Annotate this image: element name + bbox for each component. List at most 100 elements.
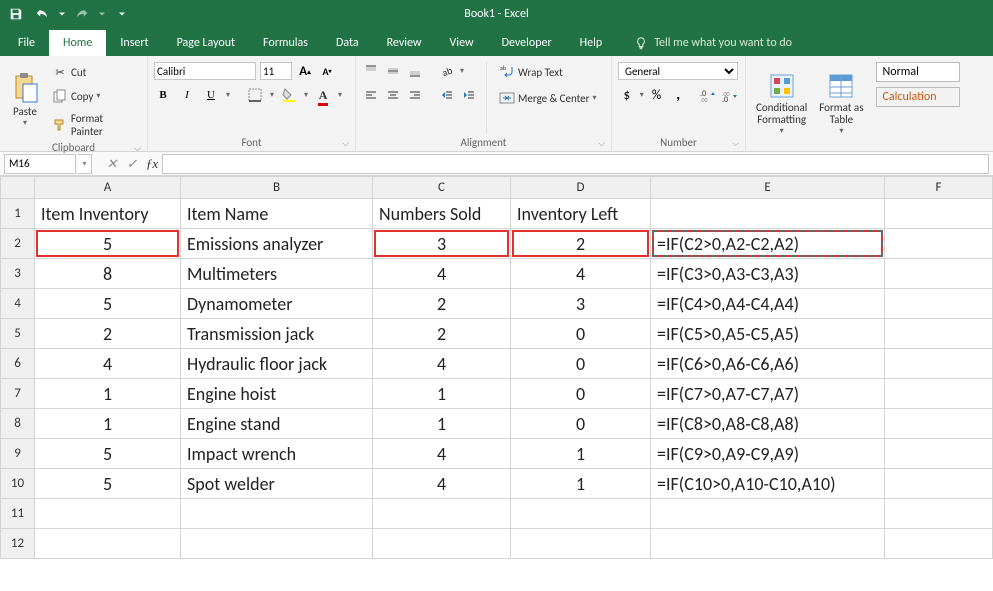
cell-E4[interactable]: =IF(C4>0,A4-C4,A4)	[651, 289, 885, 319]
cell-C4[interactable]: 2	[373, 289, 511, 319]
row-header-9[interactable]: 9	[1, 439, 35, 469]
cell-A4[interactable]: 5	[35, 289, 181, 319]
cell-E7[interactable]: =IF(C7>0,A7-C7,A7)	[651, 379, 885, 409]
cell-D3[interactable]: 4	[511, 259, 651, 289]
row-header-8[interactable]: 8	[1, 409, 35, 439]
chevron-down-icon[interactable]: ▾	[304, 90, 308, 100]
cell-E5[interactable]: =IF(C5>0,A5-C5,A5)	[651, 319, 885, 349]
tab-formulas[interactable]: Formulas	[249, 30, 322, 56]
row-header-6[interactable]: 6	[1, 349, 35, 379]
cell-F9[interactable]	[885, 439, 993, 469]
format-as-table-button[interactable]: Format as Table ▾	[815, 60, 867, 148]
cell-C7[interactable]: 1	[373, 379, 511, 409]
cell-A12[interactable]	[35, 529, 181, 559]
cell-F11[interactable]	[885, 499, 993, 529]
cell-F1[interactable]	[885, 199, 993, 229]
cell-F6[interactable]	[885, 349, 993, 379]
paste-button[interactable]: Paste ▾	[6, 60, 44, 140]
conditional-formatting-button[interactable]: Conditional Formatting ▾	[752, 60, 811, 148]
font-size-input[interactable]	[260, 62, 292, 80]
cell-C6[interactable]: 4	[373, 349, 511, 379]
cell-F2[interactable]	[885, 229, 993, 259]
cell-A2[interactable]: 5	[35, 229, 181, 259]
row-header-12[interactable]: 12	[1, 529, 35, 559]
cell-A10[interactable]: 5	[35, 469, 181, 499]
cell-D10[interactable]: 1	[511, 469, 651, 499]
cell-C2[interactable]: 3	[373, 229, 511, 259]
fx-icon[interactable]: ƒx	[142, 154, 162, 174]
tab-home[interactable]: Home	[49, 30, 106, 56]
borders-button[interactable]	[246, 86, 264, 104]
col-header-C[interactable]: C	[373, 177, 511, 199]
align-top-button[interactable]	[362, 62, 380, 80]
cell-F4[interactable]	[885, 289, 993, 319]
italic-button[interactable]: I	[178, 86, 196, 104]
cell-E11[interactable]	[651, 499, 885, 529]
cell-C10[interactable]: 4	[373, 469, 511, 499]
cell-F10[interactable]	[885, 469, 993, 499]
cell-A3[interactable]: 8	[35, 259, 181, 289]
row-header-10[interactable]: 10	[1, 469, 35, 499]
cell-E10[interactable]: =IF(C10>0,A10-C10,A10)	[651, 469, 885, 499]
cell-B6[interactable]: Hydraulic floor jack	[181, 349, 373, 379]
dialog-launcher-icon[interactable]: ⌵	[134, 143, 141, 154]
decrease-indent-button[interactable]	[438, 86, 456, 104]
spreadsheet-grid[interactable]: ABCDEF1Item InventoryItem NameNumbers So…	[0, 176, 993, 591]
fill-color-button[interactable]	[280, 86, 298, 104]
decrease-decimal-button[interactable]: .00.0	[721, 86, 739, 104]
bold-button[interactable]: B	[154, 86, 172, 104]
merge-center-button[interactable]: Merge & Center ▾	[495, 88, 601, 108]
cell-A7[interactable]: 1	[35, 379, 181, 409]
dialog-launcher-icon[interactable]: ⌵	[732, 138, 739, 149]
cell-E2[interactable]: =IF(C2>0,A2-C2,A2)	[651, 229, 885, 259]
cell-C5[interactable]: 2	[373, 319, 511, 349]
increase-indent-button[interactable]	[460, 86, 478, 104]
chevron-down-icon[interactable]: ▾	[460, 66, 464, 76]
cell-B1[interactable]: Item Name	[181, 199, 373, 229]
tab-data[interactable]: Data	[322, 30, 373, 56]
cell-F12[interactable]	[885, 529, 993, 559]
cell-D4[interactable]: 3	[511, 289, 651, 319]
dialog-launcher-icon[interactable]: ⌵	[342, 138, 349, 149]
cell-A11[interactable]	[35, 499, 181, 529]
accounting-format-button[interactable]: $	[618, 86, 636, 104]
cell-F3[interactable]	[885, 259, 993, 289]
col-header-A[interactable]: A	[35, 177, 181, 199]
cell-C9[interactable]: 4	[373, 439, 511, 469]
cell-A1[interactable]: Item Inventory	[35, 199, 181, 229]
cell-B7[interactable]: Engine hoist	[181, 379, 373, 409]
cell-C8[interactable]: 1	[373, 409, 511, 439]
cut-button[interactable]: ✂ Cut	[48, 62, 141, 82]
dialog-launcher-icon[interactable]: ⌵	[598, 138, 605, 149]
increase-decimal-button[interactable]: .0.00	[699, 86, 717, 104]
name-box[interactable]	[4, 154, 76, 174]
cell-D12[interactable]	[511, 529, 651, 559]
tell-me[interactable]: Tell me what you want to do	[620, 30, 806, 56]
col-header-B[interactable]: B	[181, 177, 373, 199]
font-color-button[interactable]: A	[314, 86, 332, 104]
cell-B8[interactable]: Engine stand	[181, 409, 373, 439]
cell-B3[interactable]: Multimeters	[181, 259, 373, 289]
align-right-button[interactable]	[406, 86, 424, 104]
enter-icon[interactable]: ✓	[122, 154, 142, 174]
align-bottom-button[interactable]	[406, 62, 424, 80]
undo-icon[interactable]	[32, 4, 52, 24]
cell-B4[interactable]: Dynamometer	[181, 289, 373, 319]
cell-B9[interactable]: Impact wrench	[181, 439, 373, 469]
cell-D9[interactable]: 1	[511, 439, 651, 469]
cell-D6[interactable]: 0	[511, 349, 651, 379]
name-box-dropdown[interactable]: ▾	[78, 154, 92, 174]
tab-developer[interactable]: Developer	[488, 30, 566, 56]
cell-B10[interactable]: Spot welder	[181, 469, 373, 499]
undo-dropdown-icon[interactable]	[58, 4, 66, 24]
orientation-button[interactable]: ab	[438, 62, 456, 80]
chevron-down-icon[interactable]: ▾	[338, 90, 342, 100]
cell-A8[interactable]: 1	[35, 409, 181, 439]
formula-input[interactable]	[162, 154, 989, 174]
cell-C3[interactable]: 4	[373, 259, 511, 289]
redo-icon[interactable]	[72, 4, 92, 24]
align-middle-button[interactable]	[384, 62, 402, 80]
tab-file[interactable]: File	[4, 30, 49, 56]
tab-help[interactable]: Help	[566, 30, 617, 56]
col-header-F[interactable]: F	[885, 177, 993, 199]
